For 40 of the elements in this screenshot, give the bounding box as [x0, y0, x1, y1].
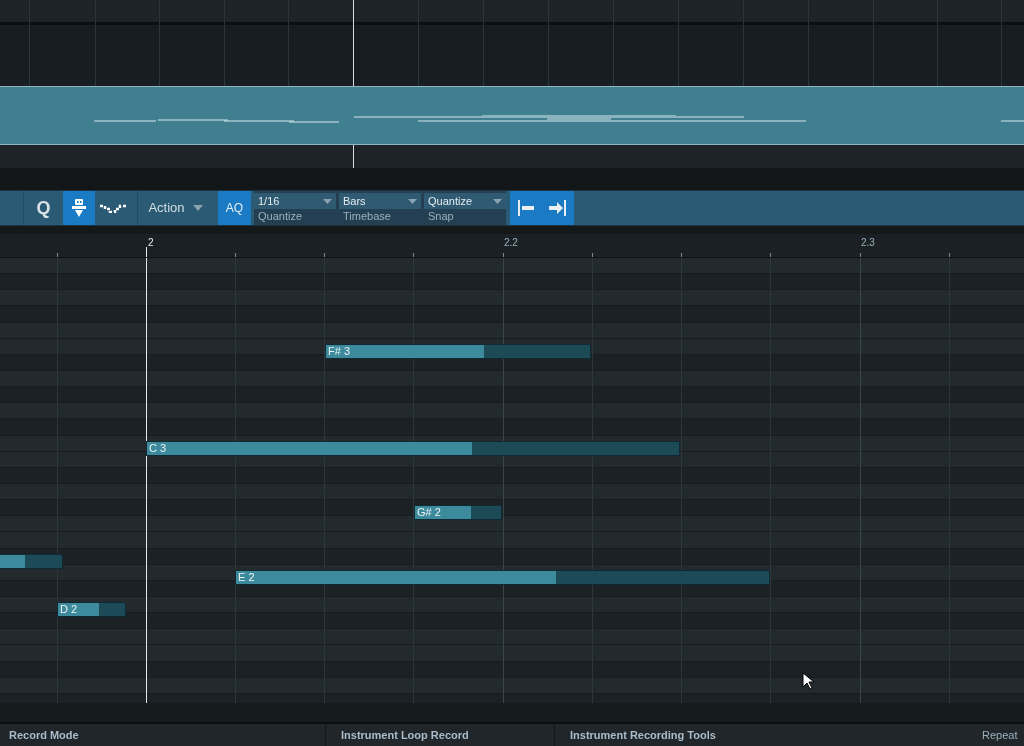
status-section: Instrument Recording Tools — [554, 724, 966, 746]
caret-icon — [408, 198, 417, 204]
caret-icon — [192, 205, 203, 211]
dropdown-caption: Quantize — [257, 209, 304, 224]
midi-clip[interactable] — [0, 86, 1024, 145]
dropdown-caption: Timebase — [342, 209, 392, 224]
status-section: Repeat — [966, 724, 1018, 746]
quantize-button[interactable]: Q — [24, 191, 63, 225]
midi-note[interactable]: C 3 — [146, 441, 680, 456]
bar-start-icon — [517, 200, 535, 216]
mouse-cursor-icon — [802, 672, 814, 690]
ruler-label: 2 — [148, 236, 154, 250]
arrow-to-bar-icon — [549, 200, 567, 216]
status-section: Instrument Loop Record — [325, 724, 554, 746]
caret-icon — [493, 198, 502, 204]
status-section: Record Mode — [0, 724, 325, 746]
dropdown[interactable]: Quantize — [424, 193, 506, 209]
midi-note[interactable]: E 2 — [235, 570, 770, 585]
midi-note[interactable]: F# 3 — [325, 344, 591, 359]
ruler-label: 2.2 — [504, 236, 518, 250]
note-label: F# 3 — [328, 345, 350, 358]
dropdown[interactable]: 1/16 — [254, 193, 336, 209]
auto-quantize-button[interactable]: AQ — [218, 191, 251, 225]
caret-icon — [323, 198, 332, 204]
snap-end-button[interactable] — [549, 200, 567, 216]
midi-note[interactable] — [0, 554, 63, 569]
tool-toggle-button[interactable] — [63, 191, 95, 225]
note-label: C 3 — [149, 442, 167, 455]
midi-note[interactable]: D 2 — [57, 602, 126, 617]
note-label: G# 2 — [417, 506, 441, 519]
midi-note[interactable]: G# 2 — [414, 505, 502, 520]
dropdown[interactable]: Bars — [339, 193, 421, 209]
action-menu[interactable]: Action — [137, 191, 213, 225]
robot-icon — [72, 199, 86, 217]
dropdown-caption: Snap — [427, 209, 455, 224]
step-wave-icon — [100, 203, 126, 213]
snap-start-button[interactable] — [517, 200, 535, 216]
note-label: D 2 — [60, 603, 78, 616]
ruler-label: 2.3 — [861, 236, 875, 250]
note-label: E 2 — [238, 571, 255, 584]
